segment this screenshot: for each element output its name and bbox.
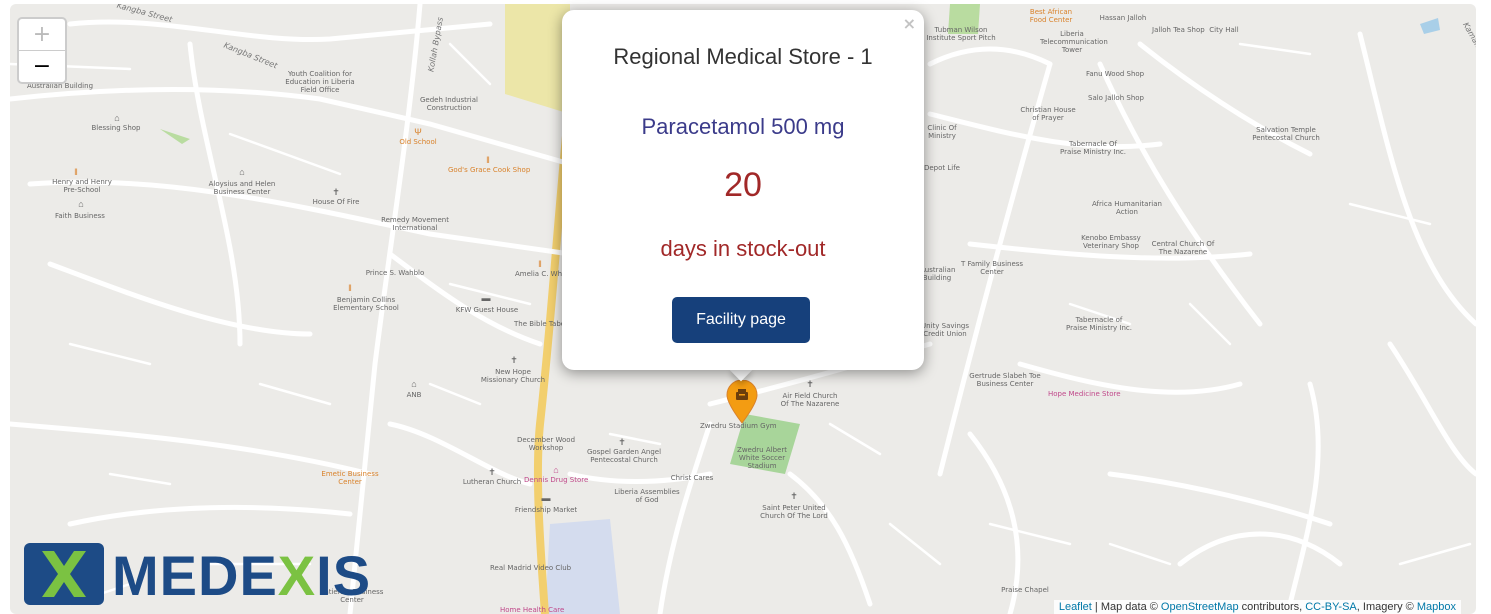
map-label: New Hope Missionary Church bbox=[480, 368, 546, 384]
map-label: Amelia C. Wheeler bbox=[515, 270, 580, 278]
market-icon: ▬ bbox=[541, 493, 551, 503]
map-marker-icon bbox=[726, 379, 758, 424]
church-icon: ✝ bbox=[806, 379, 814, 389]
facility-popup: × Regional Medical Store - 1 Paracetamol… bbox=[562, 10, 924, 370]
map-label: Tubman Wilson Institute Sport Pitch bbox=[926, 26, 996, 42]
map-label: Salo Jalloh Shop bbox=[1088, 94, 1144, 102]
map-label: Tabernacle of Praise Ministry Inc. bbox=[1066, 316, 1132, 332]
map-label: Gospel Garden Angel Pentecostal Church bbox=[586, 448, 662, 464]
map-label: Youth Coalition for Education in Liberia… bbox=[285, 70, 355, 94]
logo-text-x: X bbox=[277, 544, 317, 607]
map-attribution: Leaflet | Map data © OpenStreetMap contr… bbox=[1053, 600, 1461, 614]
restaurant-icon: ‖ bbox=[74, 167, 78, 177]
mapbox-link[interactable]: Mapbox bbox=[1417, 601, 1456, 613]
map-label: T Family Business Center bbox=[960, 260, 1024, 276]
map-label: Australian Building bbox=[920, 266, 956, 282]
facility-name: Regional Medical Store - 1 bbox=[613, 44, 873, 69]
map-label: God's Grace Cook Shop bbox=[448, 166, 531, 174]
restaurant-icon: ‖ bbox=[486, 155, 490, 165]
map-label: Home Health Care bbox=[500, 606, 565, 614]
zoom-control: + − bbox=[17, 17, 67, 84]
logo-mark-icon bbox=[24, 543, 104, 605]
map-label: Real Madrid Video Club bbox=[490, 564, 572, 572]
map-label: Depot Life bbox=[923, 164, 960, 172]
map-label: ANB bbox=[406, 391, 422, 399]
drug-name: Paracetamol 500 mg bbox=[641, 114, 845, 139]
leaflet-link[interactable]: Leaflet bbox=[1059, 601, 1092, 613]
map-label: Emetic Business Center bbox=[321, 470, 379, 486]
facility-marker[interactable] bbox=[725, 379, 759, 429]
map-label: Henry and Henry Pre-School bbox=[52, 178, 112, 194]
map-label: City Hall bbox=[1209, 26, 1239, 34]
logo-text: MEDE bbox=[112, 544, 278, 607]
popup-close-button[interactable]: × bbox=[903, 14, 916, 33]
logo-wordmark: MEDEXIS bbox=[112, 545, 371, 607]
map-label: Fanu Wood Shop bbox=[1086, 70, 1145, 78]
map-label: Remedy Movement International bbox=[381, 216, 449, 232]
school-icon: ‖ bbox=[348, 283, 352, 293]
shop-icon: ⌂ bbox=[114, 113, 120, 123]
map-label: Salvation Temple Pentecostal Church bbox=[1252, 126, 1320, 142]
map-label: Saint Peter United Church Of The Lord bbox=[760, 504, 828, 520]
attribution-text: | Map data © bbox=[1091, 601, 1161, 613]
church-icon: ✝ bbox=[790, 491, 798, 501]
map-label: Gedeh Industrial Construction bbox=[420, 96, 478, 112]
map-label: Central Church Of The Nazarene bbox=[1151, 240, 1215, 256]
logo-text: IS bbox=[316, 544, 372, 607]
map-label: Africa Humanitarian Action bbox=[1092, 200, 1162, 216]
hotel-icon: ▬ bbox=[481, 293, 491, 303]
map-label: Christ Cares bbox=[670, 474, 714, 482]
map-label: Aloysius and Helen Business Center bbox=[208, 180, 276, 196]
map-label: Christian House of Prayer bbox=[1020, 106, 1076, 122]
map-label: Gertrude Slabeh Toe Business Center bbox=[969, 372, 1041, 388]
license-link[interactable]: CC-BY-SA bbox=[1305, 601, 1357, 613]
stockout-days: 20 bbox=[724, 166, 762, 204]
pharmacy-icon: ⌂ bbox=[553, 465, 559, 475]
map-label: Prince S. Wahblo bbox=[365, 269, 425, 277]
church-icon: ✝ bbox=[510, 355, 518, 365]
facility-page-button[interactable]: Facility page bbox=[672, 297, 810, 343]
church-icon: ✝ bbox=[488, 467, 496, 477]
pharmacy-icon: Ψ bbox=[414, 127, 422, 137]
map-label: Air Field Church Of The Nazarene bbox=[780, 392, 840, 408]
shop-icon: ⌂ bbox=[78, 199, 84, 209]
map-label: Blessing Shop bbox=[91, 124, 141, 132]
map-label: Kenobo Embassy Veterinary Shop bbox=[1081, 234, 1141, 250]
zoom-out-button[interactable]: − bbox=[19, 51, 65, 82]
church-icon: ✝ bbox=[618, 437, 626, 447]
map-label: Praise Chapel bbox=[1001, 586, 1049, 594]
map-label: December Wood Workshop bbox=[516, 436, 576, 452]
map-label: Benjamin Collins Elementary School bbox=[333, 296, 399, 312]
map-label: Unity Savings Credit Union bbox=[921, 322, 969, 338]
map-label: Tabernacle Of Praise Ministry Inc. bbox=[1060, 140, 1126, 156]
map-label: Friendship Market bbox=[514, 506, 578, 514]
restaurant-icon: ‖ bbox=[538, 259, 542, 269]
attribution-text: contributors, bbox=[1238, 601, 1306, 613]
bank-icon: ⌂ bbox=[411, 379, 417, 389]
map-label: Dennis Drug Store bbox=[524, 476, 589, 484]
map-label: Liberia Telecommunication Tower bbox=[1040, 30, 1108, 54]
map-label: Best African Food Center bbox=[1029, 8, 1073, 24]
map-label: Jalloh Tea Shop bbox=[1152, 26, 1205, 34]
attribution-text: , Imagery © bbox=[1356, 601, 1417, 613]
osm-link[interactable]: OpenStreetMap bbox=[1161, 601, 1239, 613]
map-label: Hope Medicine Store bbox=[1048, 390, 1121, 398]
map-label: House Of Fire bbox=[312, 198, 360, 206]
map-label: Zwedru Albert White Soccer Stadium bbox=[737, 446, 787, 470]
zoom-in-button[interactable]: + bbox=[19, 19, 65, 51]
stockout-label: days in stock-out bbox=[660, 236, 826, 261]
map-label: KFW Guest House bbox=[455, 306, 519, 314]
map-label: Clinic Of Ministry bbox=[927, 124, 957, 140]
map-label: Lutheran Church bbox=[462, 478, 522, 486]
map-label: Liberia Assemblies of God bbox=[614, 488, 680, 504]
shop-icon: ⌂ bbox=[239, 167, 245, 177]
map-label: Hassan Jalloh bbox=[1099, 14, 1147, 22]
map-label: Old School bbox=[399, 138, 437, 146]
map-label: Faith Business bbox=[55, 212, 105, 220]
church-icon: ✝ bbox=[332, 187, 340, 197]
